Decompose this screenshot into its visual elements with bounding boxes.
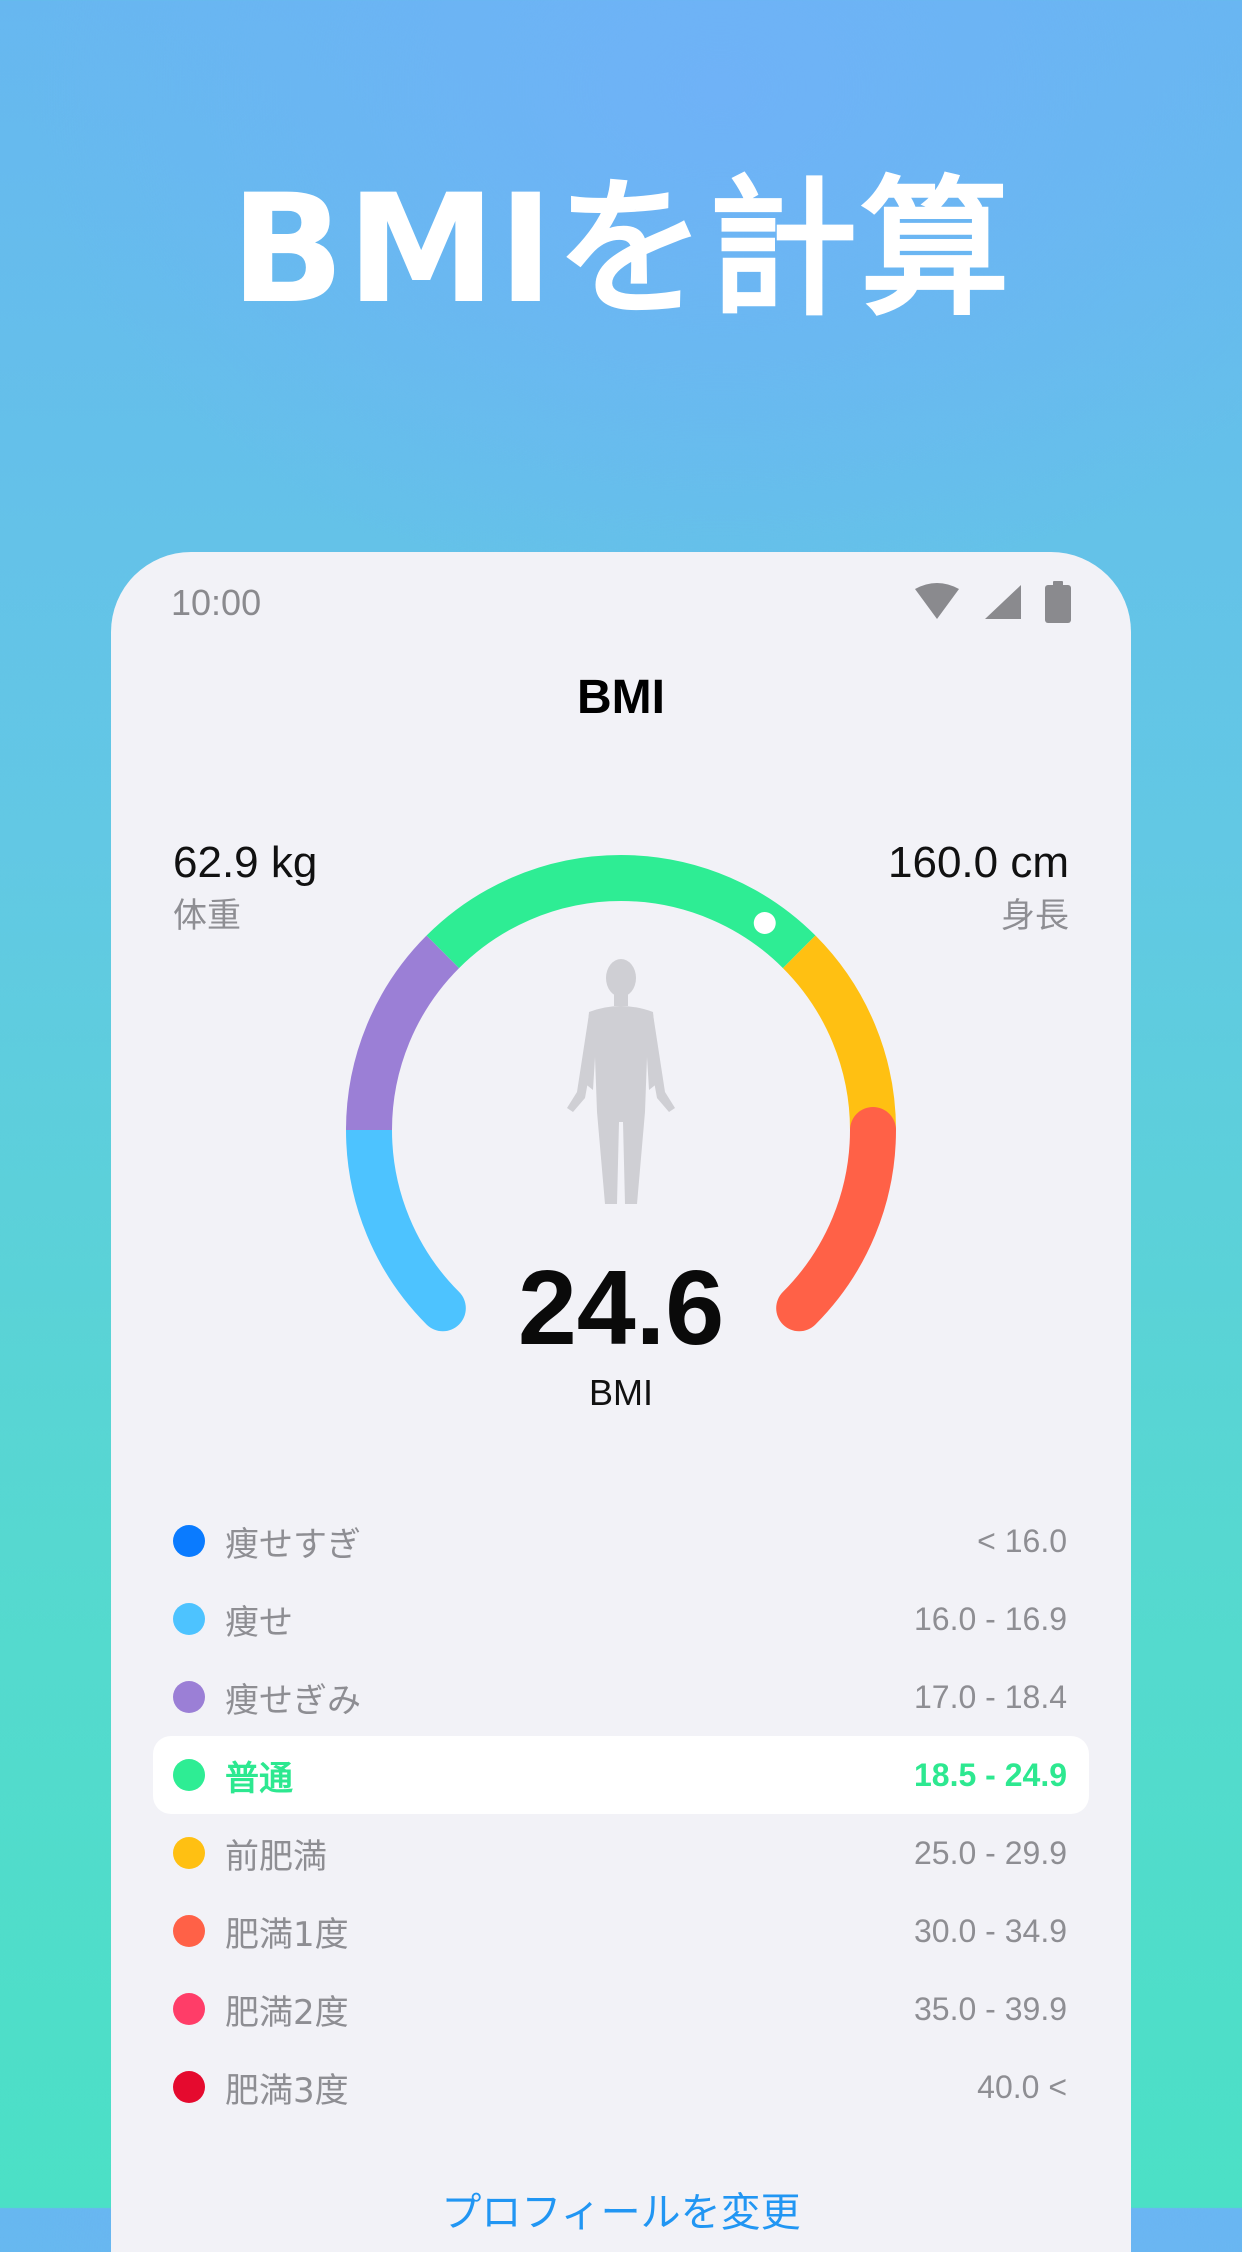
weight-label: 体重 [173,897,241,935]
category-range: < 16.0 [977,1522,1067,1559]
category-color-dot [173,1915,205,1947]
legend-row: 肥満3度 40.0 < [153,2048,1089,2126]
category-name: 痩せ [225,1602,293,1643]
category-range: 40.0 < [977,2068,1067,2105]
category-range: 35.0 - 39.9 [914,1990,1067,2027]
legend-row: 痩せすぎ < 16.0 [153,1502,1089,1580]
category-name: 普通 [225,1758,293,1799]
category-range: 25.0 - 29.9 [914,1834,1067,1871]
human-silhouette-icon [567,959,675,1204]
bmi-category-legend: 痩せすぎ < 16.0 痩せ 16.0 - 16.9 痩せぎみ 17.0 - 1… [153,1502,1089,2126]
gauge-segment [346,935,460,1131]
weight-metric[interactable]: 62.9 kg 体重 [173,838,317,940]
phone-screen: 10:00 BMI 62.9 kg 体重 160.0 cm 身長 24.6 BM… [111,552,1131,2252]
legend-row-active: 普通 18.5 - 24.9 [153,1736,1089,1814]
legend-row: 肥満1度 30.0 - 34.9 [153,1892,1089,1970]
edit-profile-link[interactable]: プロフィールを変更 [111,2180,1131,2238]
category-color-dot [173,1837,205,1869]
category-range: 18.5 - 24.9 [914,1756,1067,1793]
height-value: 160.0 cm [888,838,1069,887]
category-range: 17.0 - 18.4 [914,1678,1067,1715]
legend-row: 痩せぎみ 17.0 - 18.4 [153,1658,1089,1736]
category-color-dot [173,1759,205,1791]
weight-value: 62.9 kg [173,838,318,887]
category-color-dot [173,1681,205,1713]
height-label: 身長 [1001,897,1069,935]
category-name: 痩せぎみ [225,1680,361,1721]
category-name: 肥満1度 [225,1914,349,1955]
category-color-dot [173,1993,205,2025]
category-color-dot [173,2071,205,2103]
category-color-dot [173,1525,205,1557]
gauge-segment [782,935,896,1131]
legend-row: 痩せ 16.0 - 16.9 [153,1580,1089,1658]
height-metric[interactable]: 160.0 cm 身長 [888,838,1069,940]
category-name: 肥満3度 [225,2070,349,2111]
category-name: 痩せすぎ [225,1524,361,1565]
gauge-segment [426,855,816,969]
bmi-unit-label: BMI [588,1372,653,1413]
headline: BMIを計算 [230,163,1012,337]
category-range: 16.0 - 16.9 [914,1600,1067,1637]
legend-row: 前肥満 25.0 - 29.9 [153,1814,1089,1892]
category-name: 肥満2度 [225,1992,349,2033]
category-name: 前肥満 [225,1836,327,1877]
category-range: 30.0 - 34.9 [914,1912,1067,1949]
gauge-indicator [753,912,776,935]
legend-row: 肥満2度 35.0 - 39.9 [153,1970,1089,2048]
category-color-dot [173,1603,205,1635]
bmi-value: 24.6 [517,1249,725,1367]
